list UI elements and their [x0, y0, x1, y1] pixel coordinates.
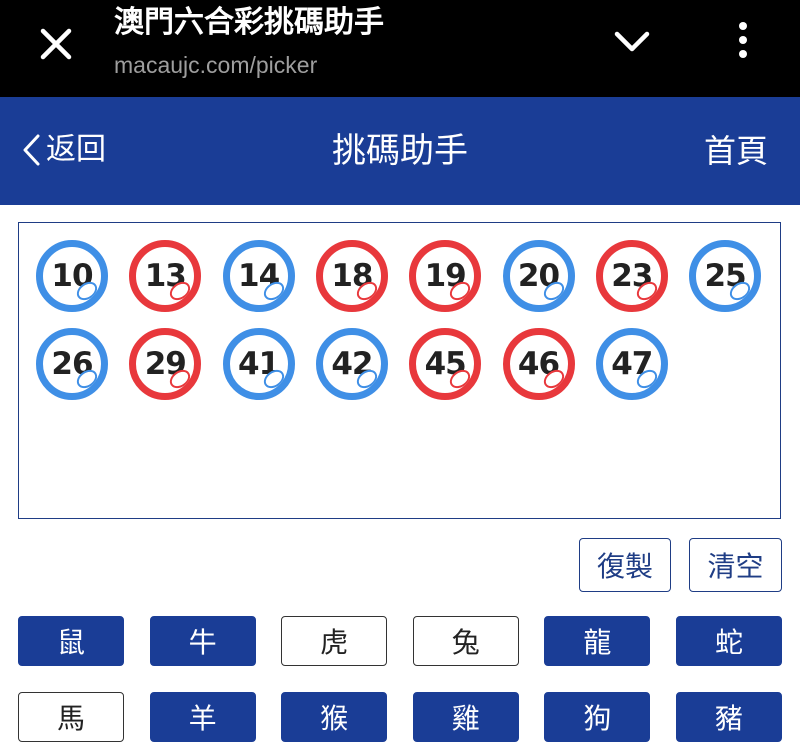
- zodiac-button[interactable]: 雞: [412, 692, 519, 742]
- zodiac-button[interactable]: 鼠: [18, 616, 124, 666]
- zodiac-button[interactable]: 龍: [544, 616, 651, 666]
- number-ball[interactable]: 14: [222, 240, 295, 312]
- close-icon[interactable]: [38, 26, 74, 62]
- number-ball[interactable]: 45: [409, 328, 482, 400]
- home-link[interactable]: 首頁: [704, 128, 768, 174]
- browser-page-title: 澳門六合彩挑碼助手: [114, 5, 384, 40]
- number-ball[interactable]: 46: [502, 328, 575, 400]
- zodiac-button[interactable]: 猴: [281, 692, 388, 742]
- more-options-icon[interactable]: [730, 20, 756, 60]
- browser-top-bar: 澳門六合彩挑碼助手 macaujc.com/picker: [0, 0, 800, 97]
- page-title: 挑碼助手: [332, 131, 468, 171]
- number-ball[interactable]: 42: [315, 328, 388, 400]
- number-ball[interactable]: 19: [409, 240, 482, 312]
- number-ball[interactable]: 13: [129, 240, 202, 312]
- zodiac-button[interactable]: 馬: [18, 692, 124, 742]
- zodiac-button[interactable]: 兔: [412, 616, 519, 666]
- zodiac-button[interactable]: 蛇: [676, 616, 782, 666]
- zodiac-button[interactable]: 狗: [544, 692, 651, 742]
- number-ball[interactable]: 41: [222, 328, 295, 400]
- zodiac-button[interactable]: 虎: [281, 616, 388, 666]
- number-ball[interactable]: 25: [689, 240, 762, 312]
- number-ball[interactable]: 47: [595, 328, 668, 400]
- number-ball[interactable]: 26: [36, 328, 108, 400]
- clear-button[interactable]: 清空: [689, 538, 782, 592]
- number-ball[interactable]: 18: [315, 240, 388, 312]
- zodiac-button[interactable]: 羊: [149, 692, 256, 742]
- number-ball[interactable]: 20: [502, 240, 575, 312]
- zodiac-button[interactable]: 豬: [676, 692, 782, 742]
- picked-numbers-box: 10 13 14 18 19 20 23 25 26 29 41 42 45 46 47: [18, 222, 781, 519]
- copy-button[interactable]: 復製: [579, 538, 671, 592]
- zodiac-button[interactable]: 牛: [149, 616, 256, 666]
- number-ball[interactable]: 23: [595, 240, 668, 312]
- chevron-down-icon[interactable]: [612, 26, 652, 58]
- number-ball[interactable]: 10: [36, 240, 108, 312]
- number-ball[interactable]: 29: [129, 328, 202, 400]
- nav-bar: 返回 挑碼助手 首頁: [0, 97, 800, 205]
- browser-url: macaujc.com/picker: [114, 52, 318, 78]
